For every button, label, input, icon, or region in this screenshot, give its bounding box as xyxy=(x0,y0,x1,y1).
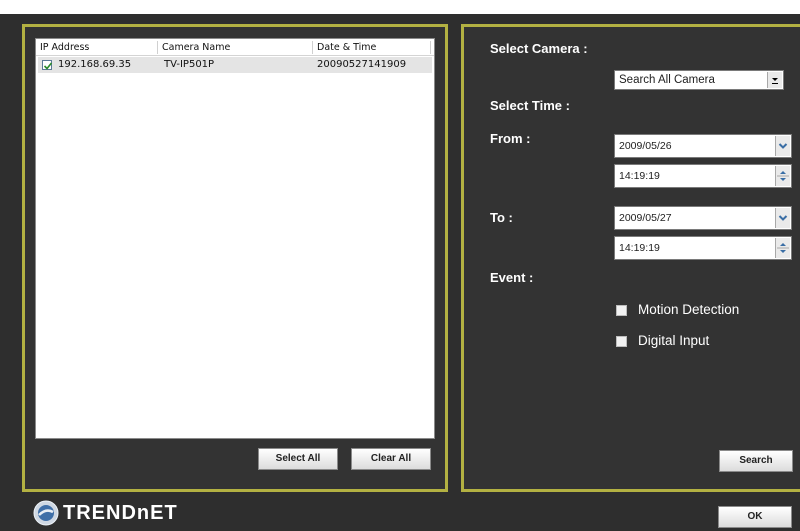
from-date-value: 2009/05/26 xyxy=(619,140,672,152)
select-time-label: Select Time : xyxy=(490,98,570,113)
from-time-value: 14:19:19 xyxy=(619,170,660,182)
spin-arrows-icon xyxy=(777,243,789,253)
chevron-down-icon xyxy=(778,143,788,149)
camera-row-ip: 192.168.69.35 xyxy=(58,59,132,70)
clear-all-button[interactable]: Clear All xyxy=(351,448,431,470)
column-header-ip-address[interactable]: IP Address xyxy=(36,41,158,54)
to-label: To : xyxy=(490,210,513,225)
trendnet-logo-text: TRENDnET xyxy=(63,502,178,524)
camera-list-panel: IP Address Camera Name Date & Time 192.1… xyxy=(22,24,448,492)
checkmark-icon xyxy=(43,62,53,70)
column-header-date-time[interactable]: Date & Time xyxy=(313,41,431,54)
motion-detection-checkbox[interactable] xyxy=(616,305,627,316)
from-time-spinner[interactable]: 14:19:19 xyxy=(614,164,792,188)
to-time-spin-buttons[interactable] xyxy=(775,238,790,258)
to-time-value: 14:19:19 xyxy=(619,242,660,254)
digital-input-checkbox[interactable] xyxy=(616,336,627,347)
to-date-picker[interactable]: 2009/05/27 xyxy=(614,206,792,230)
to-date-value: 2009/05/27 xyxy=(619,212,672,224)
camera-row-checkbox[interactable] xyxy=(42,60,53,70)
camera-select-value: Search All Camera xyxy=(619,74,715,86)
chevron-down-icon xyxy=(772,78,778,84)
camera-list[interactable]: IP Address Camera Name Date & Time 192.1… xyxy=(35,38,435,439)
camera-select[interactable]: Search All Camera xyxy=(614,70,784,90)
select-all-button[interactable]: Select All xyxy=(258,448,338,470)
ok-button[interactable]: OK xyxy=(718,506,792,528)
camera-select-dropdown-button[interactable] xyxy=(767,72,782,88)
motion-detection-label[interactable]: Motion Detection xyxy=(638,302,739,317)
camera-row-name: TV-IP501P xyxy=(164,59,215,70)
search-filter-panel: Select Camera : Search All Camera Select… xyxy=(461,24,800,492)
chevron-down-icon xyxy=(778,215,788,221)
from-date-picker[interactable]: 2009/05/26 xyxy=(614,134,792,158)
camera-list-header: IP Address Camera Name Date & Time xyxy=(36,39,434,56)
search-button[interactable]: Search xyxy=(719,450,793,472)
to-time-spinner[interactable]: 14:19:19 xyxy=(614,236,792,260)
camera-row-datetime: 20090527141909 xyxy=(317,59,407,70)
camera-row[interactable]: 192.168.69.35 TV-IP501P 20090527141909 xyxy=(38,57,432,73)
select-camera-label: Select Camera : xyxy=(490,41,588,56)
from-date-dropdown-button[interactable] xyxy=(775,136,790,156)
spin-arrows-icon xyxy=(777,171,789,181)
column-header-camera-name[interactable]: Camera Name xyxy=(158,41,313,54)
digital-input-label[interactable]: Digital Input xyxy=(638,333,709,348)
from-label: From : xyxy=(490,131,531,146)
top-white-bar xyxy=(0,0,800,14)
trendnet-logo-icon xyxy=(33,500,59,526)
to-date-dropdown-button[interactable] xyxy=(775,208,790,228)
event-label: Event : xyxy=(490,270,534,285)
from-time-spin-buttons[interactable] xyxy=(775,166,790,186)
